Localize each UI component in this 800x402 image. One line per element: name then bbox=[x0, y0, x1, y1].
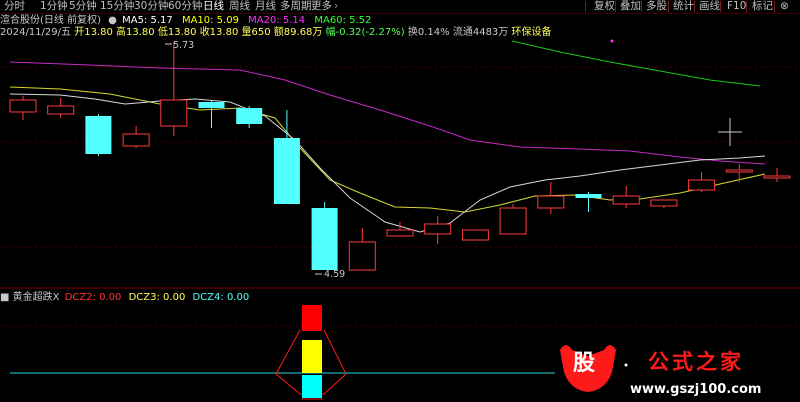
ma10-line bbox=[9, 86, 766, 213]
candle-body[interactable] bbox=[122, 133, 150, 147]
candle-body[interactable] bbox=[348, 241, 376, 271]
candle-body[interactable] bbox=[725, 169, 753, 173]
candle-body[interactable] bbox=[311, 208, 338, 270]
indicator-name[interactable]: 黄金超跌X bbox=[13, 292, 60, 303]
dcz4-label: DCZ4: 0.00 bbox=[192, 292, 250, 303]
ma60-line bbox=[511, 40, 761, 87]
magenta-dot bbox=[610, 39, 614, 43]
candle-body[interactable] bbox=[160, 99, 188, 127]
low-price-label: 4.59 bbox=[324, 269, 346, 280]
candle-body[interactable] bbox=[537, 195, 565, 209]
candle-body[interactable] bbox=[763, 175, 791, 179]
candle-body[interactable] bbox=[575, 194, 602, 198]
candle-body[interactable] bbox=[236, 108, 263, 124]
signal-bar-yellow bbox=[302, 340, 322, 373]
watermark-dot bbox=[624, 363, 628, 367]
signal-bar-red bbox=[302, 305, 322, 331]
ma20-line bbox=[9, 61, 766, 165]
candle-body[interactable] bbox=[47, 105, 75, 115]
candle-body[interactable] bbox=[198, 102, 225, 108]
watermark-url: www.gszj100.com bbox=[630, 382, 762, 397]
expand-icon[interactable]: ■ bbox=[0, 292, 9, 303]
candle-body[interactable] bbox=[85, 116, 112, 154]
dcz2-label: DCZ2: 0.00 bbox=[64, 292, 122, 303]
candle-body[interactable] bbox=[386, 229, 414, 237]
candle-body[interactable] bbox=[9, 99, 37, 113]
watermark-glyph: 股 bbox=[573, 351, 596, 376]
candle-body[interactable] bbox=[612, 195, 640, 205]
candle-body[interactable] bbox=[424, 223, 452, 235]
indicator-header: ■ 黄金超跌X DCZ2: 0.00 DCZ3: 0.00 DCZ4: 0.00 bbox=[0, 291, 249, 304]
kline-chart[interactable] bbox=[0, 0, 800, 402]
high-price-label: 5.73 bbox=[173, 40, 195, 51]
dcz3-label: DCZ3: 0.00 bbox=[128, 292, 186, 303]
candle-body[interactable] bbox=[499, 207, 527, 235]
candle-body[interactable] bbox=[273, 138, 300, 204]
ma5-line bbox=[9, 93, 766, 233]
candle-body[interactable] bbox=[461, 229, 489, 241]
candle-body[interactable] bbox=[688, 179, 716, 191]
candle-body[interactable] bbox=[650, 199, 678, 207]
watermark-title: 公式之家 bbox=[648, 350, 744, 374]
signal-bar-cyan bbox=[302, 375, 322, 398]
